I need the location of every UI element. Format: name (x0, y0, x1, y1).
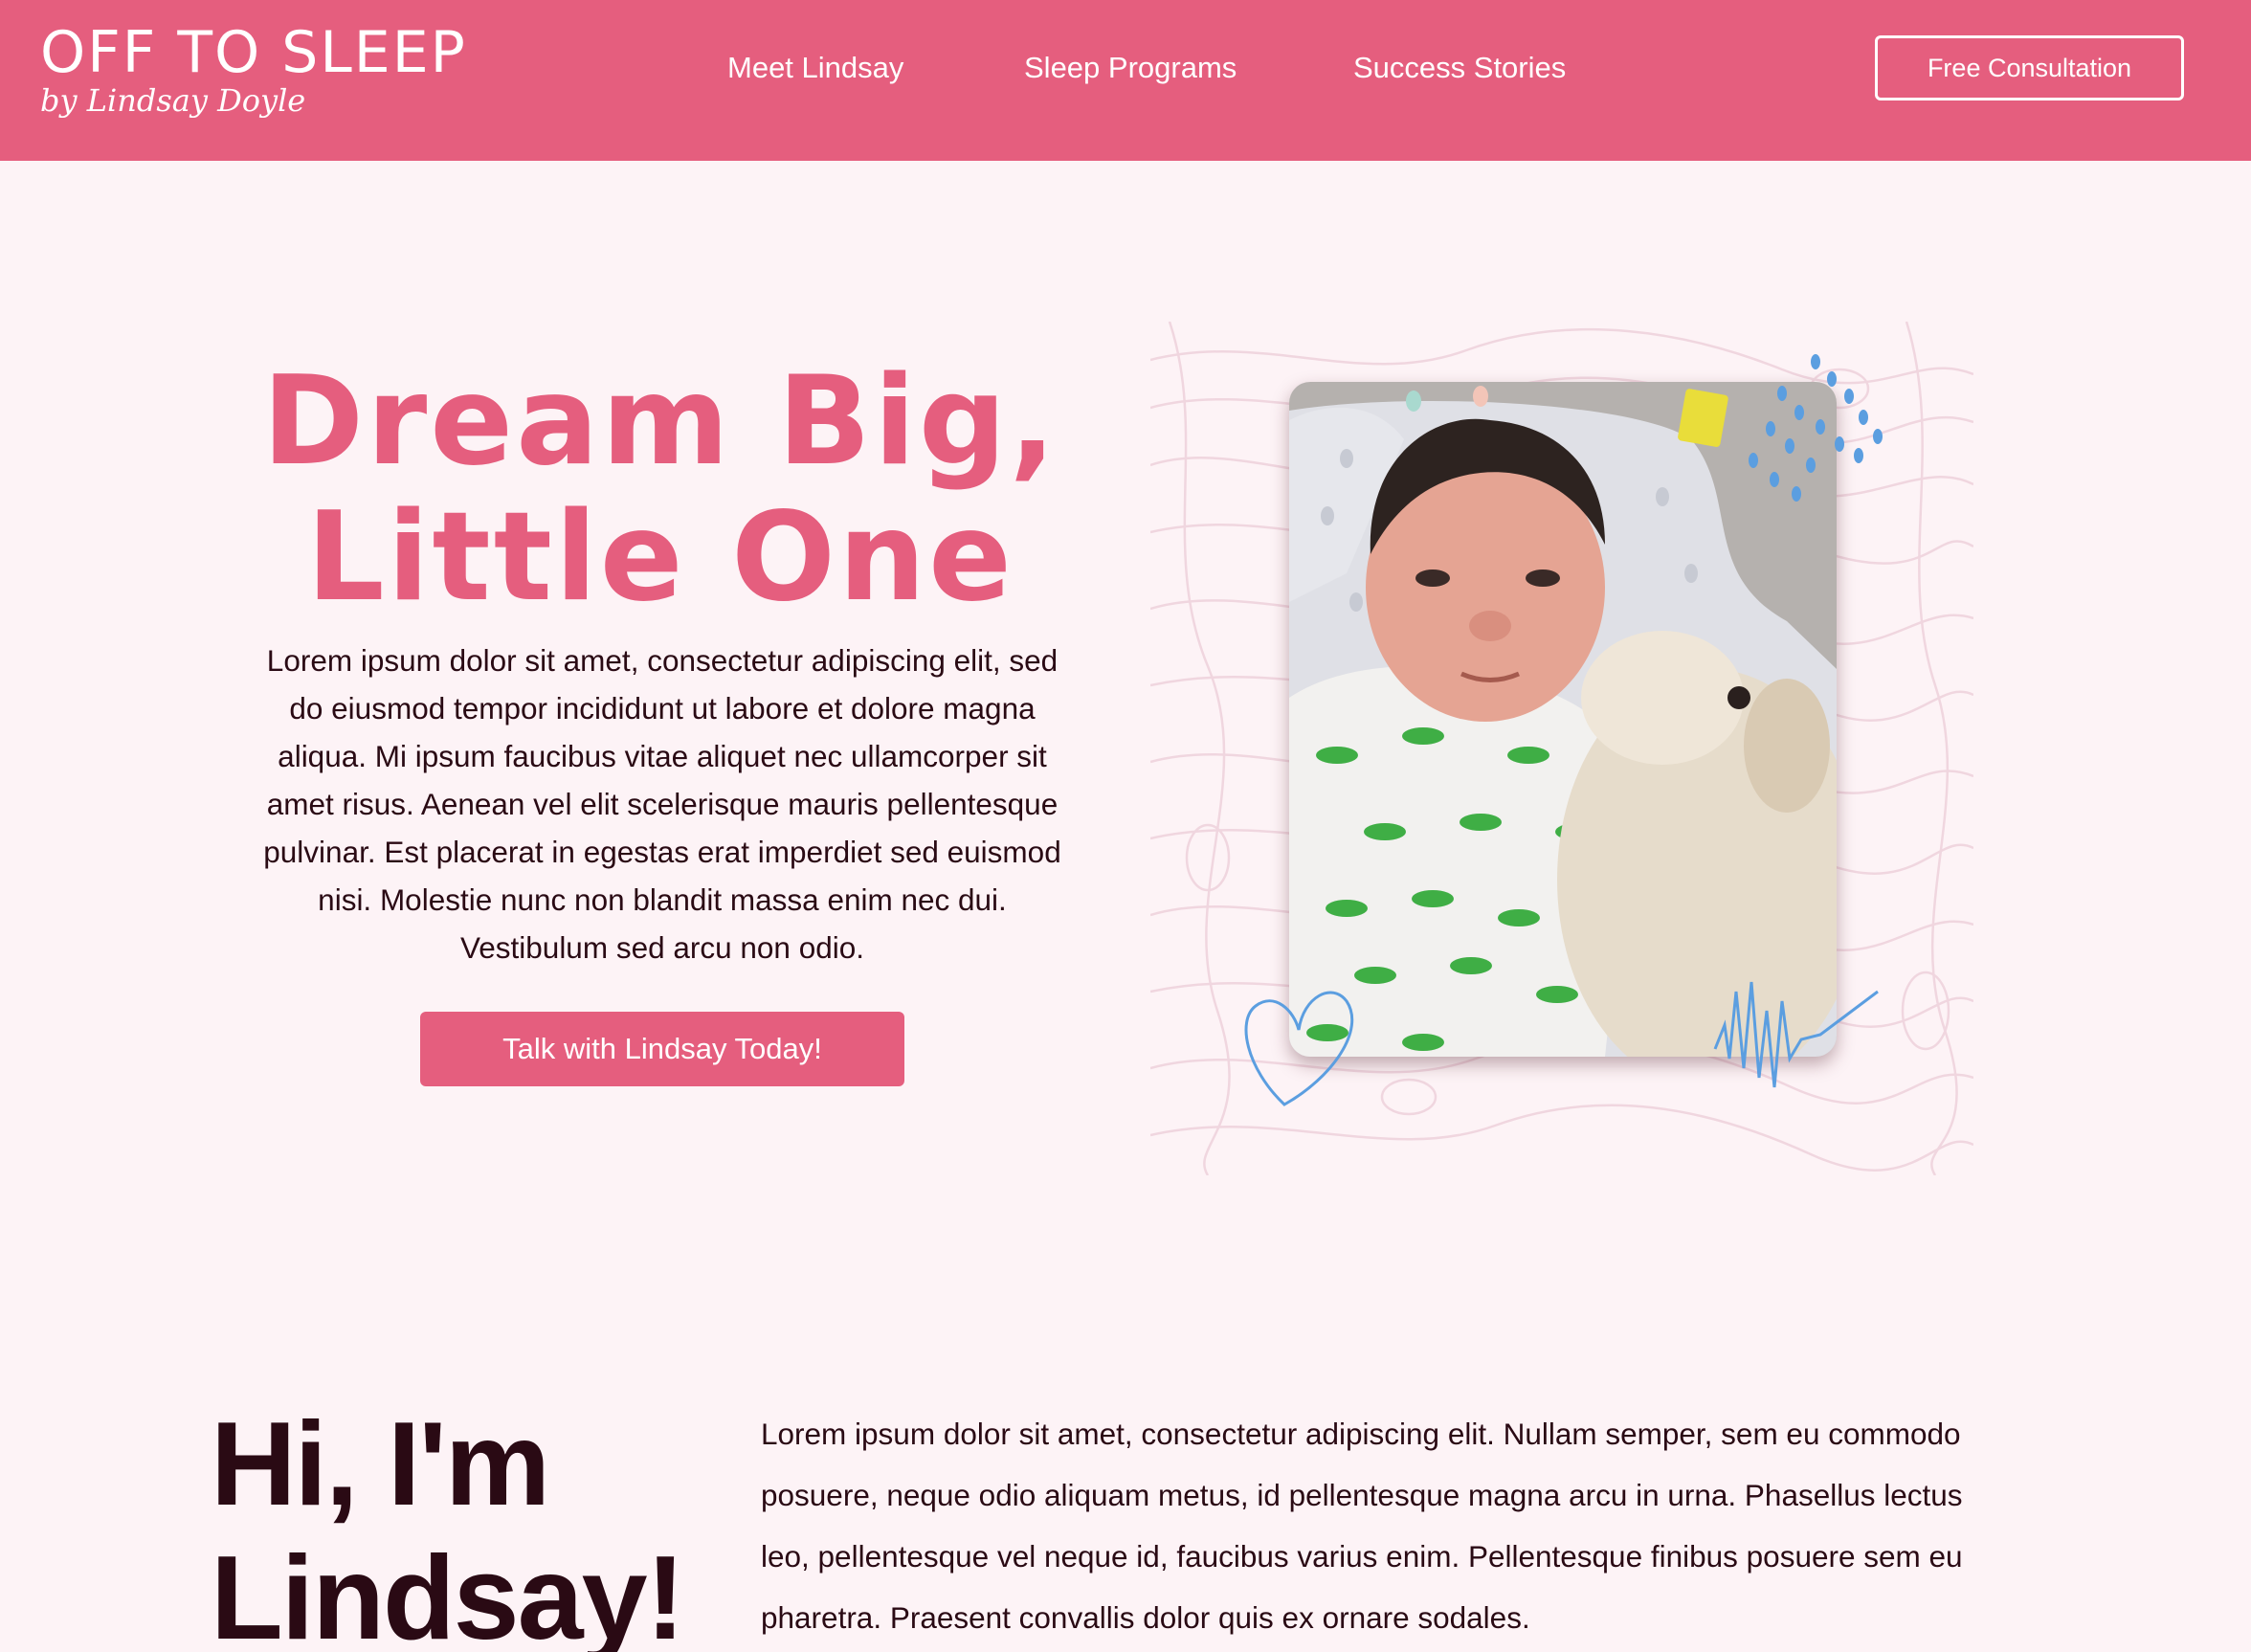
about-title: Hi, I'm Lindsay! (211, 1397, 747, 1652)
nav-link-sleep-programs[interactable]: Sleep Programs (1024, 48, 1237, 88)
hero-artwork (1150, 322, 1973, 1175)
hero-title-line-2: Little One (306, 486, 1014, 629)
site-header: OFF TO SLEEP by Lindsay Doyle Meet Linds… (0, 0, 2251, 161)
nav-link-success-stories[interactable]: Success Stories (1353, 48, 1566, 88)
baby-photo (1289, 382, 1837, 1057)
about-title-line-1: Hi, I'm (211, 1398, 550, 1530)
logo-tagline: by Lindsay Doyle (40, 82, 306, 119)
logo-wordmark: OFF TO SLEEP (40, 19, 467, 86)
about-title-line-2: Lindsay! (211, 1532, 685, 1652)
nav-link-meet-lindsay[interactable]: Meet Lindsay (727, 48, 903, 88)
hero-title-line-1: Dream Big, (261, 350, 1059, 493)
hero-description: Lorem ipsum dolor sit amet, consectetur … (263, 643, 1061, 965)
talk-with-lindsay-button[interactable]: Talk with Lindsay Today! (420, 1012, 904, 1086)
site-logo[interactable]: OFF TO SLEEP by Lindsay Doyle (40, 21, 465, 126)
hero-title: Dream Big, Little One (220, 354, 1101, 626)
free-consultation-button[interactable]: Free Consultation (1875, 35, 2184, 100)
about-description: Lorem ipsum dolor sit amet, consectetur … (761, 1417, 1963, 1635)
